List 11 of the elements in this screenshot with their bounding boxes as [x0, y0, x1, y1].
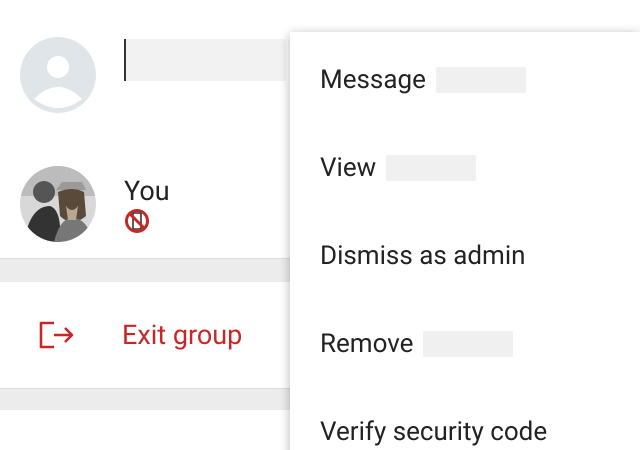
- no-phone-icon: [124, 208, 150, 234]
- member-row[interactable]: You: [0, 150, 290, 258]
- menu-item[interactable]: View: [290, 124, 640, 212]
- menu-item[interactable]: Remove: [290, 300, 640, 388]
- menu-item[interactable]: Verify security code: [290, 388, 640, 450]
- default-avatar-icon: [20, 37, 96, 113]
- exit-icon: [38, 321, 76, 349]
- exit-group-button[interactable]: Exit group: [0, 282, 290, 388]
- member-name: You: [124, 174, 170, 208]
- menu-item[interactable]: Dismiss as admin: [290, 212, 640, 300]
- menu-item[interactable]: Message: [290, 36, 640, 124]
